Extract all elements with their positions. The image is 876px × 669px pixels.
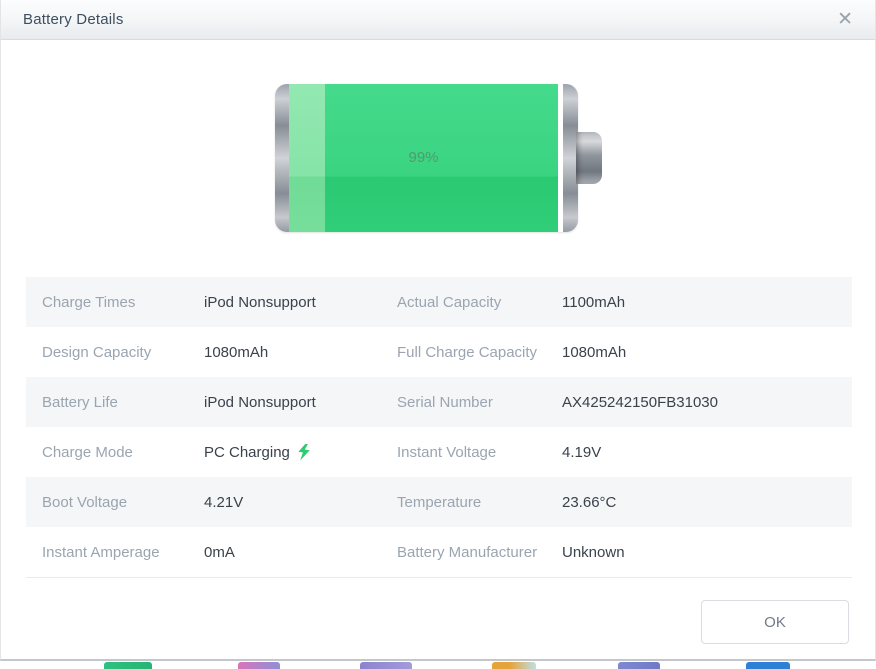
field-value: 1080mAh (204, 344, 397, 361)
app-icon-fragment (492, 662, 536, 669)
charge-mode-text: PC Charging (204, 444, 290, 461)
battery-details-table: Charge Times iPod Nonsupport Actual Capa… (26, 277, 852, 578)
background-app-icons-strip (0, 661, 876, 669)
field-label: Full Charge Capacity (397, 344, 562, 361)
table-row: Boot Voltage 4.21V Temperature 23.66°C (26, 477, 852, 527)
close-icon[interactable]: ✕ (833, 8, 857, 31)
battery-body: 99% (275, 84, 578, 232)
field-value: 1100mAh (562, 294, 852, 311)
ok-button[interactable]: OK (701, 600, 849, 644)
app-icon-fragment (360, 662, 412, 669)
table-row: Charge Times iPod Nonsupport Actual Capa… (26, 277, 852, 327)
field-value: iPod Nonsupport (204, 394, 397, 411)
field-value-charge-mode: PC Charging (204, 444, 397, 461)
battery-details-dialog-screen: Battery Details ✕ 99% Charge Times iPod … (0, 0, 876, 669)
field-label: Instant Amperage (42, 544, 204, 561)
field-value: Unknown (562, 544, 852, 561)
field-value: iPod Nonsupport (204, 294, 397, 311)
app-icon-fragment (618, 662, 660, 669)
field-label: Battery Manufacturer (397, 544, 562, 561)
field-label: Charge Mode (42, 444, 204, 461)
dialog-titlebar: Battery Details ✕ (1, 0, 875, 40)
field-value: 4.21V (204, 494, 397, 511)
field-label: Actual Capacity (397, 294, 562, 311)
battery-percent-label: 99% (289, 149, 558, 166)
app-icon-fragment (104, 662, 152, 669)
charging-bolt-icon (296, 444, 313, 461)
field-label: Temperature (397, 494, 562, 511)
field-label: Design Capacity (42, 344, 204, 361)
field-label: Charge Times (42, 294, 204, 311)
field-value: 23.66°C (562, 494, 852, 511)
field-label: Boot Voltage (42, 494, 204, 511)
field-label: Battery Life (42, 394, 204, 411)
battery-terminal-nub (576, 132, 602, 184)
battery-fill: 99% (289, 84, 558, 232)
battery-details-dialog: Battery Details ✕ 99% Charge Times iPod … (0, 0, 876, 661)
table-row: Charge Mode PC Charging Instant Voltage … (26, 427, 852, 477)
field-value: 1080mAh (562, 344, 852, 361)
field-label: Instant Voltage (397, 444, 562, 461)
table-row: Design Capacity 1080mAh Full Charge Capa… (26, 327, 852, 377)
battery-graphic: 99% (275, 84, 602, 232)
app-icon-fragment (746, 662, 790, 669)
table-row: Instant Amperage 0mA Battery Manufacture… (26, 527, 852, 577)
field-value: 0mA (204, 544, 397, 561)
table-row: Battery Life iPod Nonsupport Serial Numb… (26, 377, 852, 427)
field-value: 4.19V (562, 444, 852, 461)
dialog-title: Battery Details (23, 11, 124, 28)
field-label: Serial Number (397, 394, 562, 411)
app-icon-fragment (238, 662, 280, 669)
battery-cap-left (275, 84, 289, 232)
field-value: AX425242150FB31030 (562, 394, 852, 411)
